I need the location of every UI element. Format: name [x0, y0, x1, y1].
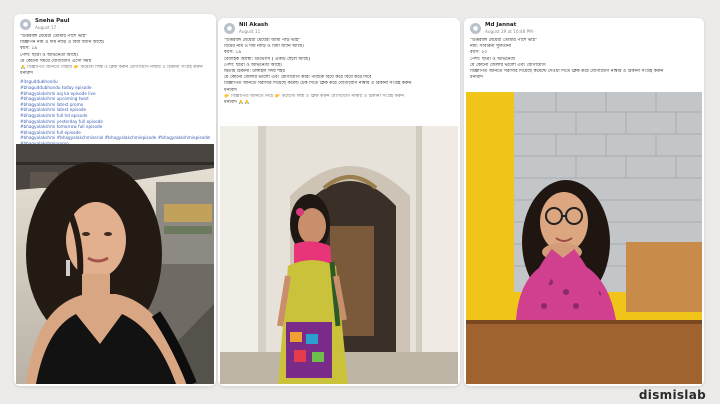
- author-name[interactable]: Nil Akash: [239, 23, 268, 29]
- post-header: ● Sneha Paul August 17 ·: [14, 14, 216, 33]
- avatar[interactable]: ●: [470, 23, 481, 34]
- post-line: ধন্যবাদ: [20, 71, 33, 77]
- post-line: ধন্যবাদ 🙏🙏: [224, 100, 250, 106]
- photo-woman-station: [16, 144, 214, 384]
- post-card-2: ● Nil Akash August 11 · "উত্তরবঙ্গ মেয়ে…: [218, 18, 460, 386]
- post-card-3: ● Md Jannat August 29 at 10:48 PM · "উত্…: [464, 18, 704, 386]
- avatar[interactable]: ●: [224, 23, 235, 34]
- post-text: "উত্তরবঙ্গ মেয়েরা মেয়েরা জামা পাড় ভাই…: [218, 37, 460, 107]
- post-photo[interactable]: [220, 126, 458, 384]
- author-name[interactable]: Md Jannat: [485, 23, 535, 29]
- post-text: "উত্তরবঙ্গ মেয়েরা তোমার পাশে ভাই" বিজ্ঞ…: [14, 33, 216, 78]
- author-name[interactable]: Sneha Paul: [35, 19, 70, 25]
- post-line: 🙏 বিজ্ঞাপিত জানতে বিস্তার 👉 কমেন্টে লিঙ্…: [20, 65, 203, 71]
- post-photo[interactable]: [466, 92, 702, 384]
- avatar[interactable]: ●: [20, 19, 31, 30]
- post-header: ● Md Jannat August 29 at 10:48 PM ·: [464, 18, 704, 37]
- photo-woman-cafe: [466, 92, 702, 384]
- post-date[interactable]: August 11 ·: [239, 29, 268, 34]
- photo-woman-archway: [220, 126, 458, 384]
- post-date[interactable]: August 29 at 10:48 PM ·: [485, 29, 535, 34]
- brand-logo: dismislab: [638, 388, 706, 402]
- post-line: ধন্যবাদ: [470, 75, 483, 81]
- post-card-1: ● Sneha Paul August 17 · "উত্তরবঙ্গ মেয়…: [14, 14, 216, 386]
- post-header: ● Nil Akash August 11 ·: [218, 18, 460, 37]
- post-photo[interactable]: [16, 144, 214, 384]
- hashtag-list: #itsguddubhondu #bhaguddubhondu today ep…: [14, 78, 216, 146]
- post-date[interactable]: August 17 ·: [35, 25, 70, 30]
- post-text: "উত্তরবঙ্গ মেয়েরা তোমার পাশে ভাই" নাম: …: [464, 37, 704, 82]
